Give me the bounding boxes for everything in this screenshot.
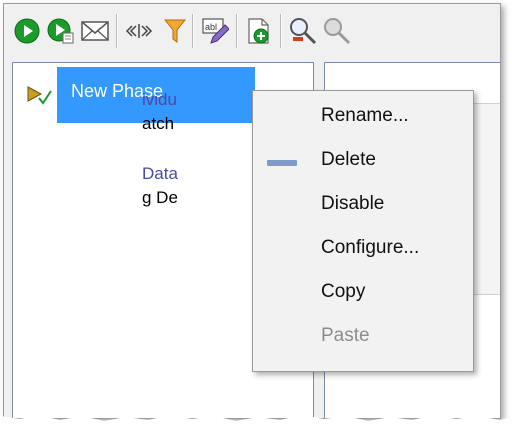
split-button[interactable]: [124, 16, 154, 46]
menu-item-copy[interactable]: Copy: [253, 271, 473, 315]
run-icon: [14, 18, 40, 44]
menu-item-label: Configure...: [321, 237, 420, 258]
menu-item-disable[interactable]: Disable: [253, 183, 473, 227]
split-icon: [125, 24, 153, 38]
toolbar: abl: [4, 4, 500, 56]
email-button[interactable]: [80, 16, 110, 46]
envelope-icon: [81, 21, 109, 41]
edit-text-button[interactable]: abl: [200, 16, 230, 46]
menu-item-label: Copy: [321, 281, 366, 302]
run-step-button[interactable]: [46, 16, 76, 46]
find-button[interactable]: [288, 16, 318, 46]
menu-item-paste: Paste: [253, 315, 473, 359]
phase-enabled-icon: [27, 86, 52, 105]
find-icon: [290, 18, 317, 45]
application-window: abl New Phase ividu atch Data g De Renam…: [3, 3, 501, 419]
toolbar-separator: [280, 14, 282, 48]
menu-item-label: Rename...: [321, 105, 409, 126]
svg-text:abl: abl: [205, 22, 217, 32]
find-next-button[interactable]: [322, 16, 352, 46]
menu-item-rename[interactable]: Rename...: [253, 95, 473, 139]
edit-text-icon: abl: [202, 18, 229, 44]
torn-edge: [0, 415, 512, 430]
menu-item-label: Delete: [321, 149, 376, 170]
toolbar-separator: [192, 14, 194, 48]
toolbar-separator: [116, 14, 118, 48]
delete-dash-icon: [267, 160, 297, 166]
details-text: g De: [142, 188, 178, 207]
details-text: atch: [142, 114, 175, 133]
details-link[interactable]: Data: [142, 164, 178, 184]
add-document-button[interactable]: [244, 16, 274, 46]
context-menu: Rename... Delete Disable Configure... Co…: [252, 90, 474, 372]
add-document-icon: [248, 18, 269, 44]
menu-item-configure[interactable]: Configure...: [253, 227, 473, 271]
menu-item-delete[interactable]: Delete: [253, 139, 473, 183]
filter-icon: [164, 19, 186, 43]
menu-item-label: Paste: [321, 325, 370, 346]
details-link[interactable]: ividu: [142, 90, 177, 110]
menu-item-label: Disable: [321, 193, 385, 214]
find-disabled-icon: [324, 18, 351, 45]
toolbar-separator: [236, 14, 238, 48]
run-step-icon: [47, 18, 74, 44]
run-button[interactable]: [12, 16, 42, 46]
filter-button[interactable]: [160, 16, 190, 46]
